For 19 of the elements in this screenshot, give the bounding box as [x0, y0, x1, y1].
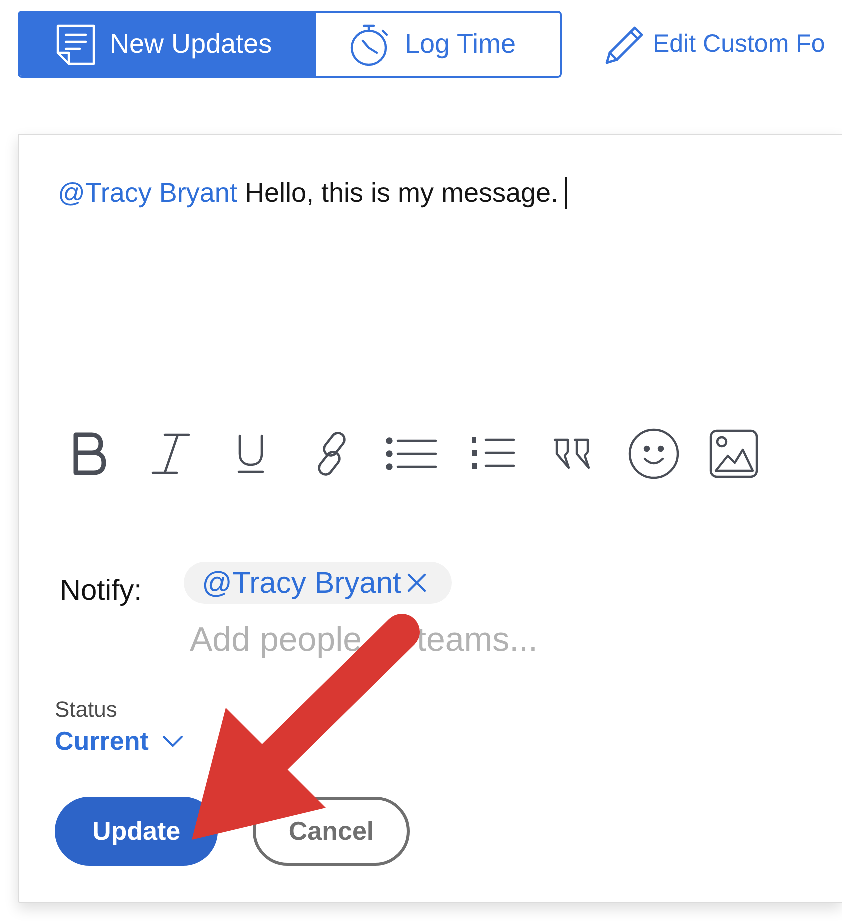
- message-text[interactable]: @Tracy Bryant Hello, this is my message.: [58, 176, 559, 210]
- remove-icon[interactable]: [406, 572, 428, 594]
- image-icon[interactable]: [709, 429, 760, 479]
- bulleted-list-icon[interactable]: [386, 437, 438, 471]
- tab[interactable]: New Updates: [20, 13, 316, 76]
- italic-icon[interactable]: [150, 433, 191, 475]
- underline-icon[interactable]: [237, 434, 266, 474]
- notify-label: Notify:: [60, 574, 144, 608]
- edit-custom-link[interactable]: Edit Custom Fo: [602, 22, 826, 68]
- bold-icon[interactable]: [72, 432, 108, 476]
- status-label: Status: [55, 698, 118, 722]
- status-dropdown[interactable]: Current: [55, 726, 184, 756]
- mention-link[interactable]: @Tracy Bryant: [58, 178, 238, 208]
- chevron-down-icon: [162, 734, 184, 748]
- update-button[interactable]: Update: [55, 797, 218, 866]
- list-icon[interactable]: [470, 436, 516, 472]
- emoji-icon[interactable]: [628, 428, 680, 480]
- note-icon: [55, 24, 97, 66]
- person-chip[interactable]: @Tracy Bryant: [184, 562, 452, 604]
